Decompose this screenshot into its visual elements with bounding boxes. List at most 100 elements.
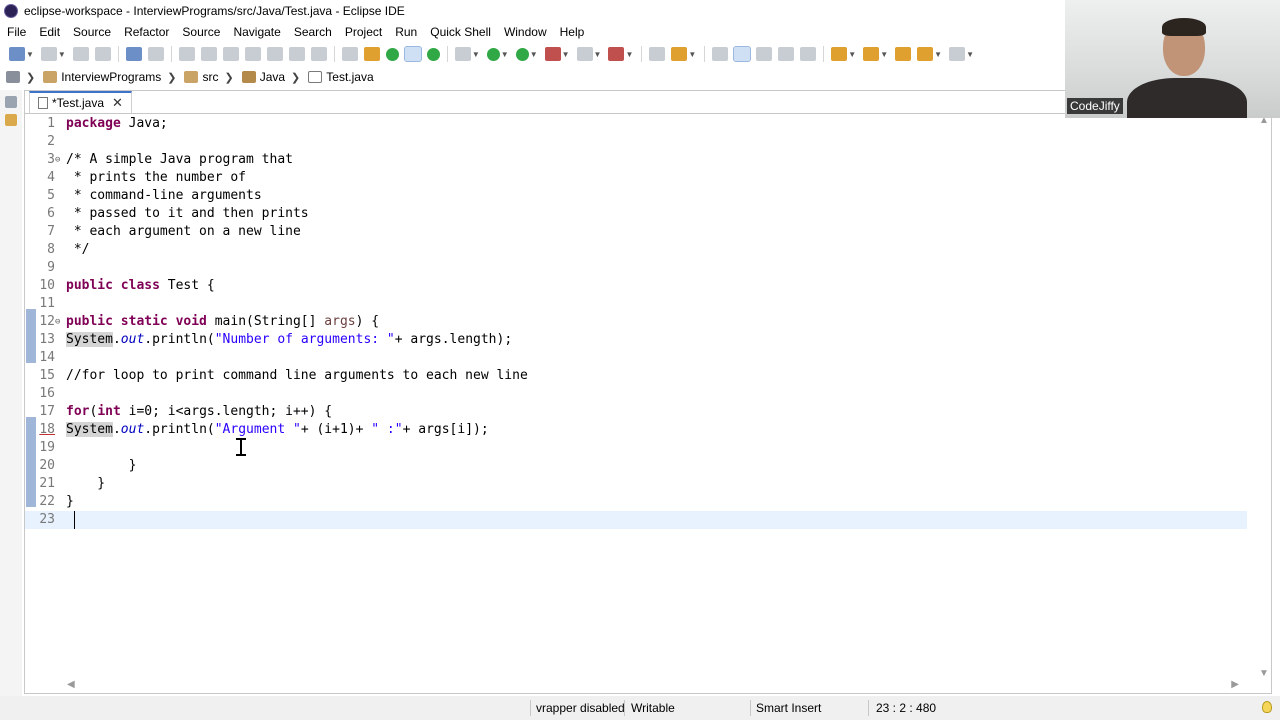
- annotation-icon[interactable]: [712, 47, 729, 61]
- breadcrumb-src[interactable]: src: [178, 70, 218, 84]
- menu-search[interactable]: Search: [287, 25, 338, 39]
- code-line-current: 23: [25, 511, 1247, 529]
- forward-icon[interactable]: [949, 47, 966, 61]
- line-number: 3: [47, 152, 55, 167]
- close-icon[interactable]: ✕: [112, 95, 123, 111]
- skip-breakpoints-icon[interactable]: [147, 47, 164, 61]
- link-editor-icon[interactable]: [403, 46, 422, 62]
- prev-annotation-dropdown-icon[interactable]: ▼: [880, 50, 888, 59]
- word-wrap-icon[interactable]: [778, 47, 795, 61]
- coverage-dropdown-icon[interactable]: ▼: [530, 50, 538, 59]
- new-class-icon[interactable]: [608, 47, 625, 61]
- run-coverage-icon[interactable]: [515, 47, 529, 61]
- line-number: 7: [47, 224, 55, 239]
- save-all-icon[interactable]: [94, 47, 111, 61]
- step-into-icon[interactable]: [266, 47, 283, 61]
- status-insert-mode[interactable]: Smart Insert: [756, 701, 821, 715]
- status-position[interactable]: 23 : 2 : 480: [876, 701, 936, 715]
- scroll-down-icon[interactable]: ▼: [1259, 668, 1269, 679]
- ibeam-cursor-icon: [236, 438, 246, 456]
- menu-run[interactable]: Run: [388, 25, 423, 39]
- code-token: Java;: [120, 116, 168, 131]
- terminate-icon[interactable]: [222, 47, 239, 61]
- code-line: 15 //for loop to print command line argum…: [25, 367, 1247, 385]
- coverage-icon[interactable]: [385, 47, 399, 61]
- block-selection-icon[interactable]: [756, 47, 773, 61]
- stop-icon[interactable]: [576, 47, 593, 61]
- step-return-icon[interactable]: [310, 47, 327, 61]
- step-over-icon[interactable]: [288, 47, 305, 61]
- line-number: 10: [39, 278, 55, 293]
- project-icon: [6, 71, 20, 83]
- scroll-left-icon[interactable]: ◀: [67, 679, 75, 690]
- status-writable: Writable: [631, 701, 675, 715]
- fold-icon[interactable]: ⊖: [55, 313, 63, 331]
- breadcrumb-file[interactable]: Test.java: [302, 70, 374, 84]
- external-tools-dropdown-icon[interactable]: ▼: [562, 50, 570, 59]
- menu-file[interactable]: File: [0, 25, 32, 39]
- menu-refactor[interactable]: Refactor: [117, 25, 175, 39]
- package-icon: [241, 71, 256, 83]
- run-dropdown-icon[interactable]: ▼: [501, 50, 509, 59]
- code-line: 22}: [25, 493, 1247, 511]
- next-annotation-icon[interactable]: [831, 47, 848, 61]
- open-type-icon[interactable]: [649, 47, 666, 61]
- menu-quick-shell[interactable]: Quick Shell: [423, 25, 497, 39]
- horizontal-scrollbar[interactable]: ◀ ▶: [63, 679, 1243, 690]
- code-line: 3 ⊖/* A simple Java program that: [25, 151, 1247, 169]
- scroll-right-icon[interactable]: ▶: [1231, 679, 1239, 690]
- menu-source[interactable]: Source: [66, 25, 117, 39]
- tab-test-java[interactable]: *Test.java ✕: [29, 91, 132, 113]
- server-icon[interactable]: [426, 47, 440, 61]
- code-editor[interactable]: 1 package Java; 2 3 ⊖/* A simple Java prog…: [25, 113, 1247, 673]
- forward-dropdown-icon[interactable]: ▼: [966, 50, 974, 59]
- resume-icon[interactable]: [178, 47, 195, 61]
- refactor-icon[interactable]: [363, 47, 380, 61]
- code-token: Test {: [159, 278, 215, 293]
- back-icon[interactable]: [917, 47, 934, 61]
- fold-icon[interactable]: ⊖: [55, 151, 63, 169]
- new-icon[interactable]: [9, 47, 25, 61]
- breadcrumb-project[interactable]: ❯ InterviewPrograms: [0, 70, 161, 84]
- line-number: 15: [39, 368, 55, 383]
- menu-navigate[interactable]: Navigate: [226, 25, 286, 39]
- stop-dropdown-icon[interactable]: ▼: [594, 50, 602, 59]
- open-icon[interactable]: [40, 47, 57, 61]
- debug-icon[interactable]: [454, 47, 471, 61]
- line-number: 12: [39, 314, 55, 329]
- parameter: args: [324, 314, 356, 329]
- package-explorer-icon[interactable]: [5, 114, 17, 126]
- vertical-scrollbar[interactable]: ▲ ▼: [1257, 115, 1269, 679]
- menu-project[interactable]: Project: [338, 25, 388, 39]
- restore-icon[interactable]: [5, 96, 17, 108]
- breadcrumb-project-label: InterviewPrograms: [61, 70, 162, 84]
- code-line: 2: [25, 133, 1247, 151]
- prev-annotation-icon[interactable]: [863, 47, 880, 61]
- last-edit-icon[interactable]: [895, 47, 912, 61]
- run-icon[interactable]: [486, 47, 500, 61]
- next-annotation-dropdown-icon[interactable]: ▼: [848, 50, 856, 59]
- highlight-icon[interactable]: [733, 46, 752, 62]
- menu-help[interactable]: Help: [553, 25, 591, 39]
- code-token: .: [112, 422, 121, 437]
- suspend-icon[interactable]: [200, 47, 217, 61]
- comment: /* A simple Java program that: [66, 152, 293, 167]
- show-whitespace-icon[interactable]: [800, 47, 817, 61]
- search-dropdown-icon[interactable]: ▼: [688, 50, 696, 59]
- debug-dropdown-icon[interactable]: ▼: [472, 50, 480, 59]
- terminal-icon[interactable]: [125, 47, 142, 61]
- menu-source-2[interactable]: Source: [175, 25, 226, 39]
- new-dropdown-icon[interactable]: ▼: [26, 50, 34, 59]
- breadcrumb-package[interactable]: Java: [236, 70, 285, 84]
- menu-edit[interactable]: Edit: [32, 25, 66, 39]
- open-dropdown-icon[interactable]: ▼: [58, 50, 66, 59]
- menu-window[interactable]: Window: [497, 25, 553, 39]
- back-dropdown-icon[interactable]: ▼: [934, 50, 942, 59]
- new-class-dropdown-icon[interactable]: ▼: [625, 50, 633, 59]
- search-icon[interactable]: [671, 47, 688, 61]
- save-icon[interactable]: [72, 47, 89, 61]
- lightbulb-icon[interactable]: [1262, 701, 1272, 713]
- format-icon[interactable]: [341, 47, 358, 61]
- external-tools-icon[interactable]: [544, 47, 561, 61]
- disconnect-icon[interactable]: [244, 47, 261, 61]
